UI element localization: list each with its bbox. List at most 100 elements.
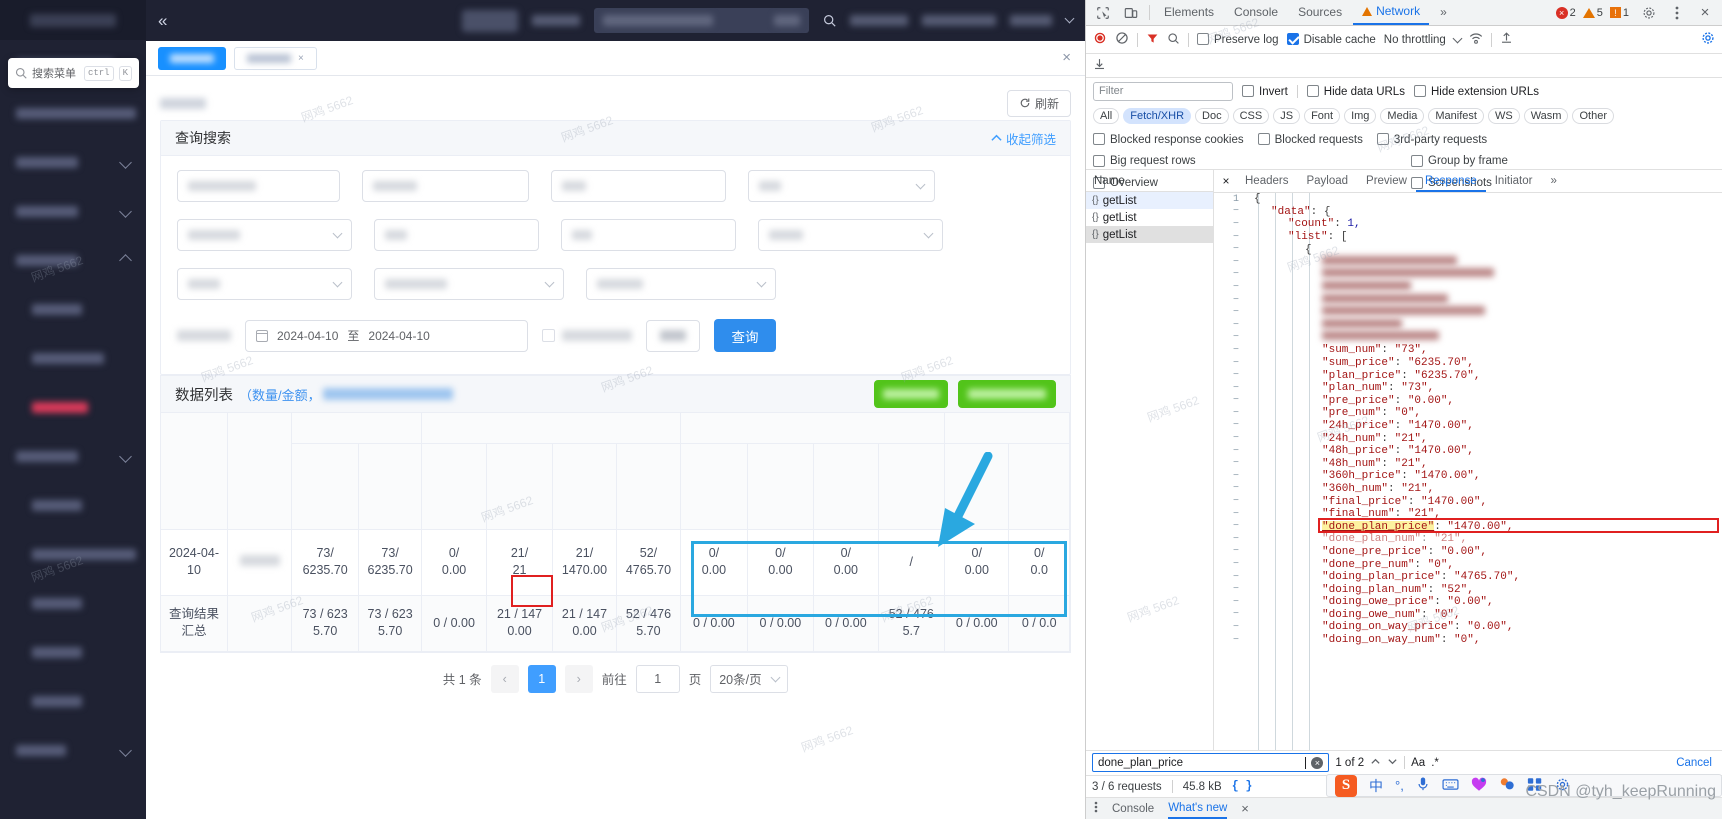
sidebar-item-9[interactable] [0, 481, 146, 530]
query-select-6[interactable] [586, 268, 776, 300]
chevron-down-icon[interactable] [1064, 13, 1075, 24]
wifi-settings-icon[interactable] [1469, 31, 1483, 48]
type-filter-media[interactable]: Media [1380, 108, 1425, 124]
pagination-page-size-select[interactable]: 20条/页 [710, 664, 789, 693]
sidebar-item-7[interactable] [0, 383, 146, 432]
code-braces-icon[interactable]: { } [1232, 780, 1253, 793]
response-tab-response[interactable]: Response [1415, 170, 1486, 192]
query-select-2[interactable] [177, 219, 352, 251]
checkbox-box[interactable] [1093, 132, 1105, 145]
network-settings-icon[interactable] [1701, 31, 1715, 48]
page-tab-0[interactable] [158, 46, 226, 70]
export-detail-button[interactable] [958, 380, 1056, 408]
type-filter-doc[interactable]: Doc [1195, 108, 1229, 124]
sidebar-item-5[interactable] [0, 285, 146, 334]
sidebar-item-10[interactable] [0, 530, 146, 579]
response-close-icon[interactable]: × [1216, 170, 1236, 193]
collapse-filter-toggle[interactable]: 收起筛选 [991, 129, 1056, 148]
issue-badge[interactable]: ! 1 [1609, 7, 1629, 19]
throttling-select[interactable]: No throttling [1384, 34, 1446, 46]
page-close-icon[interactable]: × [1062, 49, 1071, 66]
pagination-prev-button[interactable]: ‹ [490, 664, 519, 693]
devtools-more-tabs-icon[interactable]: » [1431, 0, 1456, 25]
pagination-goto-input[interactable]: 1 [635, 664, 680, 693]
sidebar-collapse-icon[interactable]: « [158, 11, 167, 31]
response-tab-initiator[interactable]: Initiator [1486, 170, 1542, 192]
request-row-0[interactable]: {} getList [1086, 192, 1213, 209]
query-field-3[interactable] [551, 170, 726, 202]
request-row-1[interactable]: {} getList [1086, 209, 1213, 226]
checkbox-box[interactable] [1242, 84, 1254, 97]
sidebar-item-3[interactable] [0, 187, 146, 236]
filter-icon[interactable] [1146, 32, 1159, 48]
sidebar-item-11[interactable] [0, 579, 146, 628]
export-button[interactable] [874, 380, 948, 408]
clear-icon[interactable] [1115, 31, 1129, 48]
filter-input[interactable]: Filter [1093, 81, 1233, 101]
response-tab-preview[interactable]: Preview [1357, 170, 1416, 192]
query-select-1[interactable] [748, 170, 935, 202]
hide-extension-urls-checkbox[interactable]: Hide extension URLs [1413, 84, 1539, 98]
reset-button[interactable] [646, 319, 700, 352]
checkbox-box[interactable] [542, 329, 555, 342]
table-row[interactable]: 2024-04- 10 73/6235.70 73/6235.70 0/0.00 … [161, 529, 1070, 596]
import-har-icon[interactable] [1093, 57, 1106, 74]
clear-search-icon[interactable]: × [1311, 756, 1324, 769]
sidebar-item-12[interactable] [0, 628, 146, 677]
blocked-response-cookies-checkbox[interactable]: Blocked response cookies [1093, 132, 1244, 146]
group-by-frame-checkbox[interactable]: Group by frame [1411, 155, 1715, 167]
export-har-icon[interactable] [1500, 31, 1513, 48]
checkbox-box[interactable] [1411, 155, 1423, 167]
checkbox-box-checked[interactable] [1286, 33, 1299, 45]
hide-data-urls-checkbox[interactable]: Hide data URLs [1306, 84, 1405, 98]
sidebar-item-2[interactable] [0, 138, 146, 187]
search-button[interactable]: 查询 [714, 319, 776, 352]
type-filter-wasm[interactable]: Wasm [1523, 108, 1569, 124]
pagination-page-1[interactable]: 1 [527, 664, 556, 693]
devtools-tab-console[interactable]: Console [1225, 0, 1287, 25]
close-icon[interactable]: × [1692, 1, 1718, 25]
kebab-menu-icon[interactable] [1664, 1, 1690, 25]
checkbox-box[interactable] [1376, 132, 1389, 145]
query-field-1[interactable] [177, 170, 340, 202]
refresh-button[interactable]: 刷新 [1006, 89, 1071, 117]
gear-icon[interactable] [1636, 1, 1662, 25]
response-more-tabs-icon[interactable]: » [1541, 170, 1565, 192]
query-field-4[interactable] [374, 219, 539, 251]
blocked-requests-checkbox[interactable]: Blocked requests [1257, 132, 1363, 146]
topbar-label-2[interactable] [850, 15, 908, 26]
drawer-tab-whatsnew[interactable]: What's new [1168, 798, 1228, 819]
sidebar-item-14[interactable] [0, 726, 146, 775]
emoji-icon[interactable] [1471, 777, 1487, 795]
date-range-picker[interactable]: 2024-04-10 至 2024-04-10 [245, 319, 528, 352]
drawer-kebab-icon[interactable] [1094, 801, 1098, 816]
devtools-tab-network[interactable]: Network [1353, 0, 1430, 25]
ime-language-toggle[interactable]: 中 [1369, 776, 1383, 796]
ime-punctuation-toggle[interactable]: °, [1395, 778, 1404, 793]
microphone-icon[interactable] [1416, 776, 1430, 795]
search-prev-button[interactable] [1370, 756, 1381, 770]
query-select-4[interactable] [177, 268, 352, 300]
checkbox-box[interactable] [1413, 84, 1426, 97]
checkbox-box[interactable] [1306, 84, 1319, 97]
page-tab-1-close-icon[interactable]: × [298, 53, 304, 64]
type-filter-all[interactable]: All [1093, 108, 1120, 124]
topbar-user-name[interactable] [1010, 15, 1052, 26]
preserve-log-checkbox[interactable]: Preserve log [1197, 33, 1279, 46]
type-filter-other[interactable]: Other [1572, 108, 1614, 124]
filter-checkbox[interactable] [542, 329, 632, 342]
checkbox-box[interactable] [1093, 155, 1105, 167]
request-row-2[interactable]: {} getList [1086, 226, 1213, 243]
disable-cache-checkbox[interactable]: Disable cache [1286, 33, 1376, 46]
devtools-tab-elements[interactable]: Elements [1155, 0, 1223, 25]
warning-badge[interactable]: 5 [1582, 7, 1603, 19]
query-field-5[interactable] [561, 219, 736, 251]
sidebar-item-4[interactable] [0, 236, 146, 285]
sidebar-item-8[interactable] [0, 432, 146, 481]
inspect-element-icon[interactable] [1090, 1, 1116, 25]
search-icon-topbar[interactable] [823, 14, 836, 27]
response-tab-payload[interactable]: Payload [1297, 170, 1357, 192]
page-tab-1[interactable]: × [234, 46, 317, 70]
query-select-5[interactable] [374, 268, 564, 300]
search-icon[interactable] [1167, 32, 1180, 48]
